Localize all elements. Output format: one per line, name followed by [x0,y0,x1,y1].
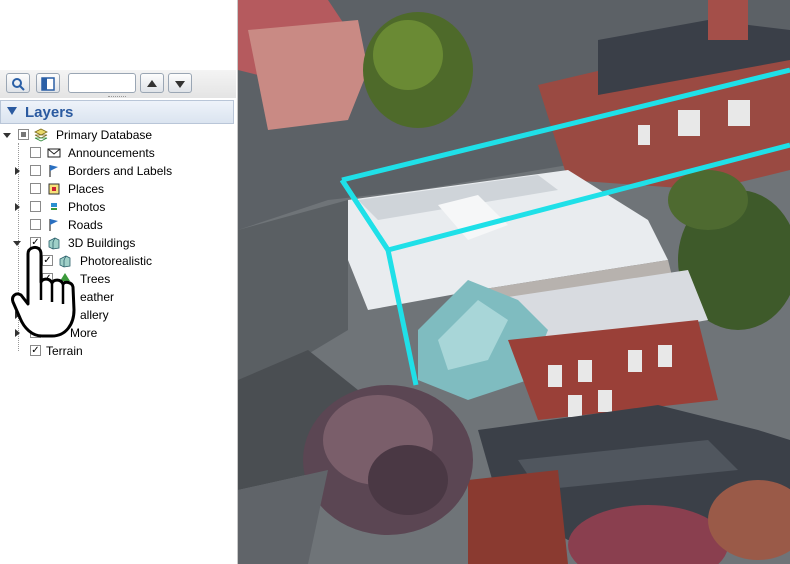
expand-toggle[interactable] [15,203,20,211]
layer-checkbox[interactable] [30,165,41,176]
layer-label: Trees [80,272,111,286]
flag-icon [49,165,58,177]
layer-label: Primary Database [56,128,153,142]
search-button[interactable] [6,73,30,93]
layer-row-places[interactable]: Places [0,180,236,198]
arrow-up-icon [147,80,157,87]
database-icon [34,128,48,142]
arrow-down-icon [175,81,185,88]
layer-label: Announcements [68,146,155,160]
layer-checkbox[interactable]: ✓ [30,345,41,356]
layer-checkbox[interactable] [30,201,41,212]
layer-checkbox[interactable] [30,183,41,194]
layer-label: Borders and Labels [68,164,173,178]
layer-row-terrain[interactable]: ✓ Terrain [0,342,236,360]
layer-checkbox[interactable] [18,129,29,140]
layer-row-roads[interactable]: Roads [0,216,236,234]
layer-label: Roads [68,218,103,232]
magnifier-icon [12,78,25,91]
places-icon [48,183,60,195]
layer-row-borders-and-labels[interactable]: Borders and Labels [0,162,236,180]
move-up-button[interactable] [140,73,164,93]
expand-toggle[interactable] [15,167,20,175]
search-input[interactable] [68,73,136,93]
layer-row-photos[interactable]: Photos [0,198,236,216]
layers-title: Layers [25,104,74,121]
flag-icon [49,219,58,231]
sidebar-panel: Layers Primary Database Announcements Bo… [0,0,238,564]
layer-label: Terrain [46,344,83,358]
panel-toggle-icon [41,77,55,91]
photo-icon [51,203,57,210]
map-view[interactable] [238,0,790,564]
layers-panel-header[interactable]: Layers [0,100,234,124]
panel-toggle-button[interactable] [36,73,60,93]
expand-toggle[interactable] [3,133,11,138]
layer-label: allery [80,308,109,322]
envelope-icon [47,148,61,158]
layer-checkbox[interactable] [30,219,41,230]
hand-pointer-icon [11,245,76,338]
layer-checkbox[interactable] [30,147,41,158]
layer-label: Photorealistic [80,254,153,268]
layer-label: Photos [68,200,106,214]
collapse-triangle-icon[interactable] [7,107,17,115]
layer-label: eather [80,290,115,304]
move-down-button[interactable] [168,73,192,93]
layer-row-primary-database[interactable]: Primary Database [0,126,236,144]
layer-label: Places [68,182,105,196]
layer-row-announcements[interactable]: Announcements [0,144,236,162]
aerial-3d-imagery [238,0,790,564]
